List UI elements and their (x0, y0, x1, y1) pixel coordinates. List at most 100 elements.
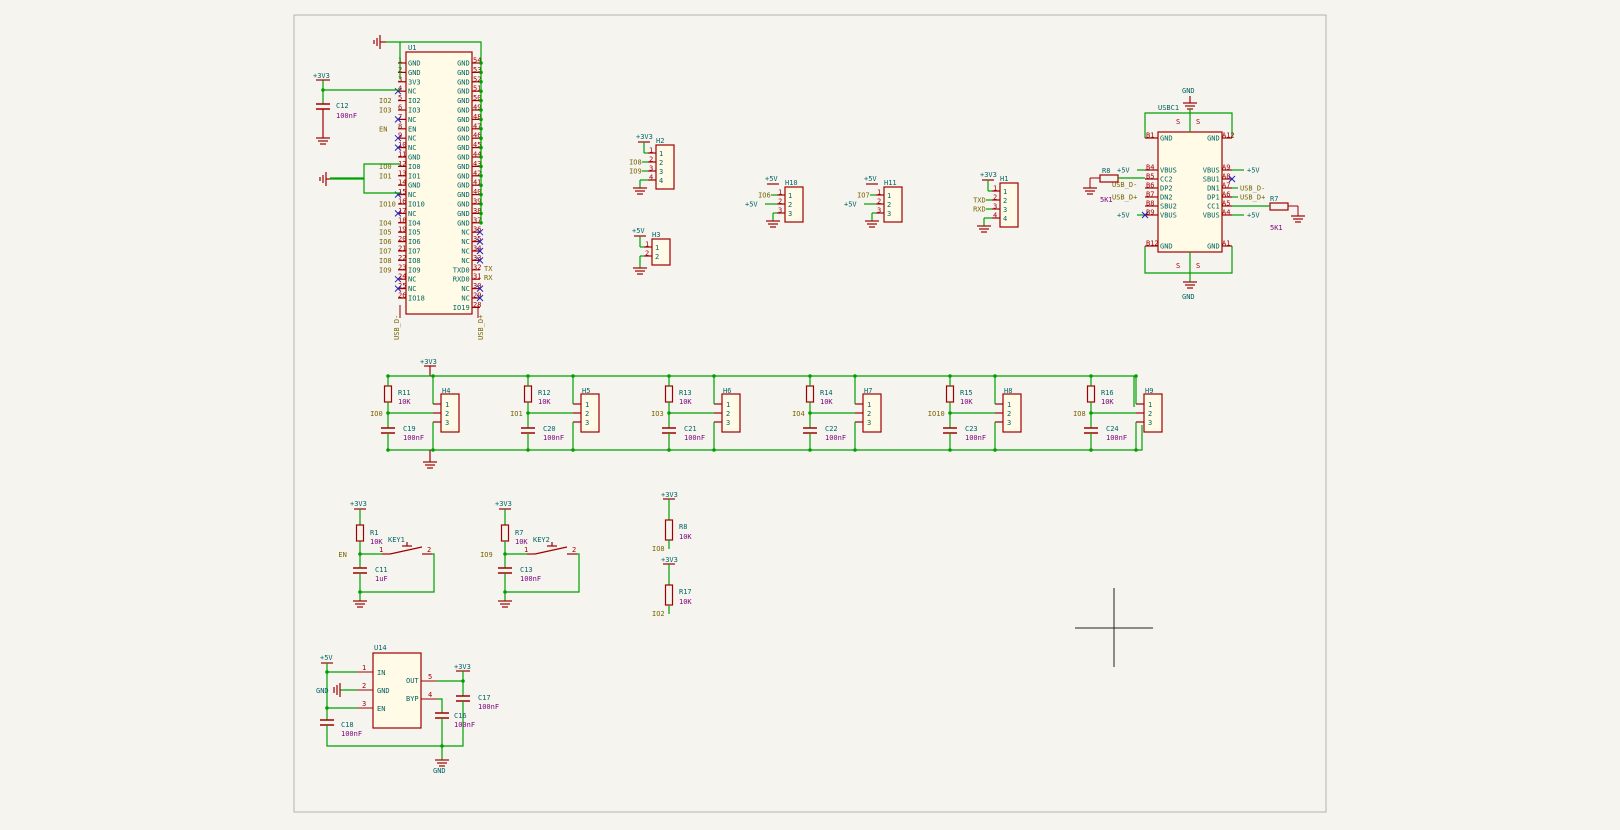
u1-pin-name: GND (457, 154, 470, 162)
sensor-channel[interactable]: R1410K C22100nF IO4 H7 123 (792, 374, 882, 452)
sensor-resistor-value: 10K (398, 398, 411, 406)
header-pin-index: 2 (993, 194, 997, 202)
top-headers: H211223344+3V3IO8IO9H31122+5VH10112233+5… (629, 133, 1019, 275)
u1-net-label: IO8 (379, 257, 392, 265)
key-circuit-key1[interactable]: +3V3 R110K EN 1 2 KEY1 C111uF (338, 500, 435, 608)
svg-text:5: 5 (428, 673, 432, 681)
schematic-canvas[interactable]: U1 GND1GND23V33NC4IO25IO2IO36IO3NC7EN8EN… (0, 0, 1620, 830)
header-h8[interactable]: H8 123 (995, 387, 1022, 433)
usb-pin-name: GND (1160, 135, 1173, 143)
key-net-label: IO9 (480, 551, 493, 559)
header-h4[interactable]: H4 123 (433, 387, 460, 433)
u1-pin-number: 19 (398, 226, 406, 234)
usb-r8-ref: R8 (1102, 167, 1110, 175)
u1-pin-name: GND (457, 97, 470, 105)
header-power-label: +3V3 (636, 133, 653, 141)
c12-capacitor[interactable]: +3V3 C12 100nF (313, 72, 357, 145)
u1-pin-name: NC (461, 295, 469, 303)
usb-vbus-label: +5V (1247, 167, 1260, 175)
key-pin-number: 1 (524, 546, 528, 554)
sensor-channel[interactable]: R1610K C24100nF IO8 H9 123 (1073, 374, 1163, 452)
u1-net-label: EN (379, 125, 387, 133)
header-pin-number: 3 (445, 419, 449, 427)
gnd-symbol-u1-left (319, 172, 330, 186)
header-pin-number: 1 (726, 401, 730, 409)
key-resistor-value: 10K (370, 538, 383, 546)
c16-value: 100nF (454, 721, 475, 729)
key-cap-ref: C13 (520, 566, 533, 574)
u1-pin-name: IO0 (408, 163, 421, 171)
header-ref: H5 (582, 387, 590, 395)
u1-rx-label: RX (484, 274, 493, 282)
header-pin-index: 1 (877, 189, 881, 197)
pullup-r17[interactable]: +3V3 R17 10K IO2 (652, 556, 692, 618)
u1-pin-name: NC (408, 276, 416, 284)
sensor-cap-ref: C21 (684, 425, 697, 433)
u1-pin-number: 11 (398, 151, 406, 159)
header-pin-number: 4 (659, 177, 663, 185)
svg-text:S: S (1196, 262, 1200, 270)
sensor-cap-value: 100nF (1106, 434, 1127, 442)
u1-pin-name: GND (457, 172, 470, 180)
header-h6[interactable]: H6 123 (714, 387, 741, 433)
sensor-channel[interactable]: R1110K C19100nF IO0 H4 123 (370, 374, 460, 452)
u1-pin-name: NC (461, 229, 469, 237)
key-net-label: EN (338, 551, 346, 559)
key-pin-number: 2 (572, 546, 576, 554)
u1-pin-name: RXD0 (453, 276, 470, 284)
header-pin-number: 1 (887, 192, 891, 200)
usb-pin-number: A4 (1222, 209, 1230, 217)
usb-pin-name: GND (1207, 243, 1220, 251)
usb-pin-name: VBUS (1203, 212, 1220, 220)
u1-pin-number: 24 (398, 273, 406, 281)
sensor-resistor-ref: R14 (820, 389, 833, 397)
header-net-label: IO9 (629, 168, 642, 176)
header-pin-number: 3 (1148, 419, 1152, 427)
header-pin-number: 4 (1003, 215, 1007, 223)
sensor-cap-ref: C24 (1106, 425, 1119, 433)
pullup-r8[interactable]: +3V3 R8 10K IO8 (652, 491, 692, 553)
header-h7[interactable]: H7 123 (855, 387, 882, 433)
u1-pin-number: 16 (398, 198, 406, 206)
u1-pin-name: GND (408, 69, 421, 77)
sensor-channel[interactable]: R1310K C21100nF IO3 H6 123 (651, 374, 741, 452)
sensor-cap-value: 100nF (825, 434, 846, 442)
u1-pin-number: 31 (473, 273, 481, 281)
pullup-ref: R8 (679, 523, 687, 531)
u1-net-label: IO2 (379, 97, 392, 105)
header-pin-index: 2 (778, 198, 782, 206)
svg-text:S: S (1176, 262, 1180, 270)
u1-pin-name: NC (408, 285, 416, 293)
key-switch-ref: KEY2 (533, 536, 550, 544)
sensor-channel[interactable]: R1210K C20100nF IO1 H5 123 (510, 374, 600, 452)
header-h3[interactable]: H31122+5V (632, 227, 671, 275)
header-h2[interactable]: H211223344+3V3IO8IO9 (629, 133, 675, 195)
sensor-channel[interactable]: R1510K C23100nF IO10 H8 123 (928, 374, 1022, 452)
usb-c-connector[interactable]: GND USBC1 S S S S GND B1 VBUS B4 +5V CC2 B5 DP2 B6… (1083, 87, 1305, 301)
u1-pin-name: GND (457, 78, 470, 86)
header-pin-number: 3 (788, 210, 792, 218)
u1-net-label: IO3 (379, 107, 392, 115)
u1-pin-name: GND (457, 107, 470, 115)
header-h9[interactable]: H9 123 (1136, 387, 1163, 433)
header-ref: H10 (785, 179, 798, 187)
header-h1[interactable]: H111223344+3V3TXDRXD (973, 171, 1019, 233)
u1-ref: U1 (408, 44, 416, 52)
c12-power-label: +3V3 (313, 72, 330, 80)
header-h5[interactable]: H5 123 (573, 387, 600, 433)
pullup-power-label: +3V3 (661, 491, 678, 499)
header-pin-number: 1 (867, 401, 871, 409)
c12-ref: C12 (336, 102, 349, 110)
key-circuit-key2[interactable]: +3V3 R710K IO9 1 2 KEY2 C13100nF (480, 500, 580, 608)
header-h11[interactable]: H11112233+5VIO7+5V (844, 175, 903, 228)
header-pin-number: 1 (1007, 401, 1011, 409)
usb-pin-name: DN1 (1207, 185, 1220, 193)
regulator-u14[interactable]: U14 IN GND EN OUT BYP 1 2 3 5 4 +5V GND … (316, 644, 499, 775)
u1-pin-number: 18 (398, 216, 406, 224)
header-h10[interactable]: H10112233+5VIO6+5V (745, 175, 804, 228)
header-pin-number: 3 (887, 210, 891, 218)
u1-module[interactable]: U1 GND1GND23V33NC4IO25IO2IO36IO3NC7EN8EN… (323, 41, 493, 340)
u1-net-label: IO7 (379, 248, 392, 256)
u1-net-label: IO10 (379, 201, 396, 209)
header-pin-number: 1 (1148, 401, 1152, 409)
